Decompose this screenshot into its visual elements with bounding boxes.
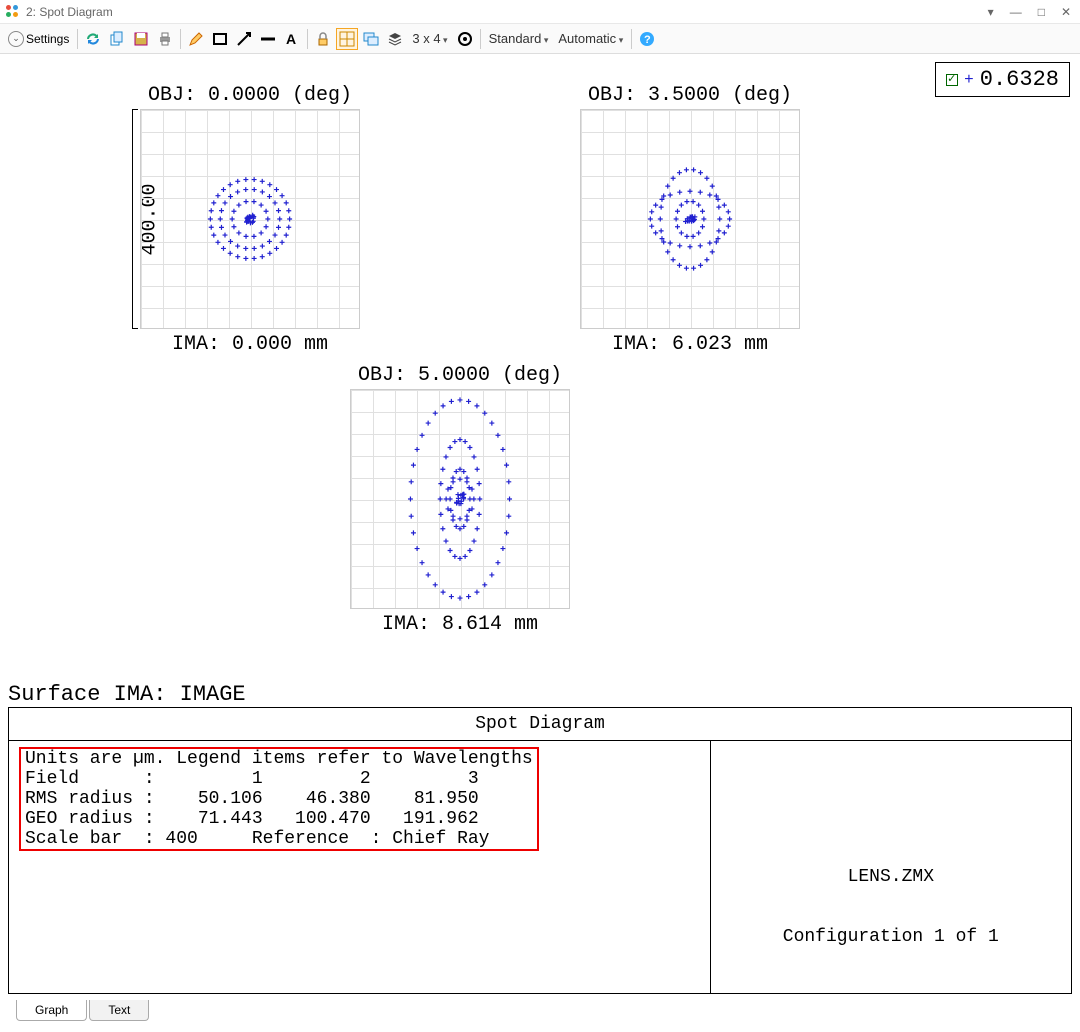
config-label: Configuration 1 of 1 [721, 927, 1061, 947]
app-icon [6, 5, 20, 19]
spot-title: OBJ: 0.0000 (deg) [140, 84, 360, 107]
spot-ima-label: IMA: 0.000 mm [140, 333, 360, 356]
lens-filename: LENS.ZMX [721, 867, 1061, 887]
separator [77, 29, 78, 49]
maximize-icon[interactable]: □ [1035, 5, 1048, 19]
chevron-down-icon: ⌄ [8, 31, 24, 47]
bottom-tabs: Graph Text [16, 1000, 1080, 1021]
spot-grid [580, 109, 800, 329]
spot-panel-1: OBJ: 0.0000 (deg) 400.00 IMA: 0.000 mm [140, 84, 360, 356]
mode-standard-dropdown[interactable]: Standard [485, 31, 553, 46]
lock-icon[interactable] [312, 28, 334, 50]
spot-title: OBJ: 3.5000 (deg) [580, 84, 800, 107]
print-icon[interactable] [154, 28, 176, 50]
mode-automatic-dropdown[interactable]: Automatic [554, 31, 627, 46]
checkbox-icon[interactable] [946, 74, 958, 86]
spot-plot [351, 390, 569, 608]
wavelength-legend: + 0.6328 [935, 62, 1070, 97]
line-tool-icon[interactable] [257, 28, 279, 50]
target-icon[interactable] [454, 28, 476, 50]
save-icon[interactable] [130, 28, 152, 50]
title-bar: 2: Spot Diagram ▾ — □ ✕ [0, 0, 1080, 24]
table-header: Spot Diagram [9, 708, 1072, 741]
pencil-icon[interactable] [185, 28, 207, 50]
layers-icon[interactable] [384, 28, 406, 50]
minimize-icon[interactable]: — [1007, 5, 1025, 19]
window-controls: ▾ — □ ✕ [985, 5, 1074, 19]
plot-canvas[interactable]: + 0.6328 OBJ: 0.0000 (deg) 400.00 IMA: 0… [0, 54, 1080, 678]
separator [307, 29, 308, 49]
arrow-tool-icon[interactable] [233, 28, 255, 50]
window-config-icon[interactable] [360, 28, 382, 50]
info-right-cell: LENS.ZMX Configuration 1 of 1 [710, 741, 1071, 994]
spot-ima-label: IMA: 6.023 mm [580, 333, 800, 356]
svg-text:?: ? [644, 34, 651, 46]
settings-button[interactable]: ⌄ Settings [4, 29, 73, 49]
tab-graph[interactable]: Graph [16, 1000, 87, 1021]
spot-panel-2: OBJ: 3.5000 (deg) IMA: 6.023 mm [580, 84, 800, 356]
crosshair-icon[interactable] [336, 28, 358, 50]
stats-text: Units are µm. Legend items refer to Wave… [19, 747, 539, 851]
info-left-cell: Units are µm. Legend items refer to Wave… [9, 741, 711, 994]
separator [480, 29, 481, 49]
wavelength-value: 0.6328 [980, 67, 1059, 92]
rectangle-tool-icon[interactable] [209, 28, 231, 50]
scale-bar [132, 109, 138, 329]
spot-grid [140, 109, 360, 329]
spot-grid [350, 389, 570, 609]
copy-icon[interactable] [106, 28, 128, 50]
settings-label: Settings [26, 32, 69, 46]
info-table: Spot Diagram Units are µm. Legend items … [8, 707, 1072, 994]
text-tool-icon[interactable]: A [281, 28, 303, 50]
help-icon[interactable]: ? [636, 28, 658, 50]
spot-plot [581, 110, 799, 328]
svg-text:A: A [286, 31, 296, 47]
refresh-icon[interactable] [82, 28, 104, 50]
grid-size-dropdown[interactable]: 3 x 4 [408, 31, 451, 46]
separator [631, 29, 632, 49]
surface-label: Surface IMA: IMAGE [0, 678, 1080, 707]
close-icon[interactable]: ✕ [1058, 5, 1074, 19]
toolbar: ⌄ Settings A 3 x 4 Standard Automatic ? [0, 24, 1080, 54]
spot-panel-3: OBJ: 5.0000 (deg) IMA: 8.614 mm [350, 364, 570, 636]
spot-title: OBJ: 5.0000 (deg) [350, 364, 570, 387]
dropdown-window-icon[interactable]: ▾ [985, 5, 997, 19]
spot-plot [141, 110, 359, 328]
tab-text[interactable]: Text [89, 1000, 149, 1021]
plus-marker-icon: + [964, 71, 974, 89]
spot-ima-label: IMA: 8.614 mm [350, 613, 570, 636]
window-title: 2: Spot Diagram [26, 5, 113, 19]
separator [180, 29, 181, 49]
